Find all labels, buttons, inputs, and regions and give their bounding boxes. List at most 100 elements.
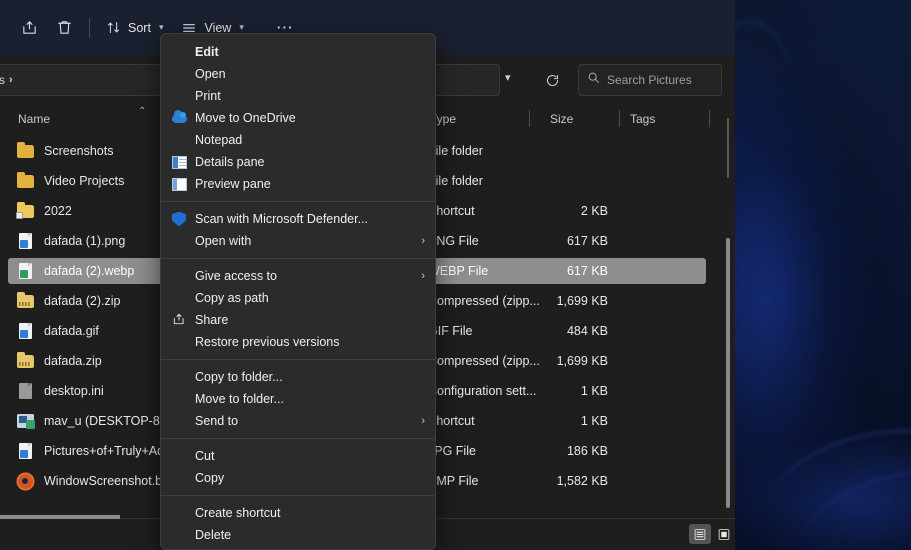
column-header-name[interactable]: Name — [8, 105, 148, 133]
refresh-button[interactable] — [540, 68, 564, 92]
menu-item-label: Copy to folder... — [195, 370, 283, 384]
menu-item-give-access-to[interactable]: Give access to › — [161, 265, 435, 287]
file-type: PNG File — [428, 234, 479, 248]
bmp-file-icon — [17, 473, 33, 489]
ini-file-icon — [18, 383, 32, 399]
preview-pane-icon — [171, 177, 187, 191]
file-size: 1,699 KB — [556, 294, 608, 308]
menu-item-label: Cut — [195, 449, 215, 463]
menu-item-print[interactable]: Print — [161, 85, 435, 107]
large-icons-view-icon — [718, 528, 730, 540]
folder-shortcut-icon — [15, 201, 34, 219]
zip-file-icon — [16, 291, 34, 308]
onedrive-cloud-icon — [171, 109, 187, 123]
menu-item-move-to-folder[interactable]: Move to folder... — [161, 388, 435, 410]
search-box[interactable]: Search Pictures — [578, 64, 722, 96]
menu-group: Create shortcut Delete Rename — [161, 501, 435, 549]
vertical-scrollbar[interactable] — [723, 108, 733, 520]
menu-item-create-shortcut[interactable]: Create shortcut — [161, 502, 435, 524]
menu-item-share[interactable]: Share — [161, 309, 435, 331]
menu-item-edit[interactable]: Edit — [161, 41, 435, 63]
menu-item-label: Move to folder... — [195, 392, 284, 406]
menu-item-open-with[interactable]: Open with › — [161, 230, 435, 252]
folder-icon — [16, 141, 34, 158]
menu-item-send-to[interactable]: Send to › — [161, 410, 435, 432]
context-menu[interactable]: Edit Open Print Move to OneDrive Notepad Deta… — [160, 33, 436, 550]
file-type: GIF File — [428, 324, 473, 338]
menu-separator — [161, 438, 435, 439]
file-size: 617 KB — [566, 264, 608, 278]
scrollbar-thumb-upper[interactable] — [727, 118, 729, 178]
menu-item-delete[interactable]: Delete — [161, 524, 435, 546]
details-pane-icon — [171, 155, 187, 169]
address-dropdown-button[interactable]: ▾ — [505, 71, 511, 84]
scrollbar-thumb[interactable] — [726, 238, 730, 508]
menu-item-copy[interactable]: Copy — [161, 467, 435, 489]
chevron-right-icon: › — [421, 415, 425, 427]
file-type: Shortcut — [428, 414, 475, 428]
file-type: File folder — [428, 144, 483, 158]
menu-item-preview-pane[interactable]: Preview pane — [161, 173, 435, 195]
breadcrumb-tail: s — [0, 73, 5, 87]
menu-item-copy-to-folder[interactable]: Copy to folder... — [161, 366, 435, 388]
menu-item-label: Move to OneDrive — [195, 111, 296, 125]
menu-item-details-pane[interactable]: Details pane — [161, 151, 435, 173]
menu-item-move-to-onedrive[interactable]: Move to OneDrive — [161, 107, 435, 129]
menu-separator — [161, 359, 435, 360]
delete-button[interactable] — [47, 12, 82, 44]
share-button[interactable] — [12, 12, 47, 44]
file-type: JPG File — [428, 444, 476, 458]
sort-arrows-icon — [106, 20, 121, 35]
chevron-down-icon: ▾ — [239, 22, 244, 32]
menu-item-label: Restore previous versions — [195, 335, 340, 349]
menu-item-notepad[interactable]: Notepad — [161, 129, 435, 151]
menu-item-cut[interactable]: Cut — [161, 445, 435, 467]
menu-item-label: Give access to — [195, 269, 277, 283]
zip-file-icon — [16, 351, 34, 368]
file-size: 1 KB — [580, 414, 608, 428]
menu-group: Cut Copy — [161, 444, 435, 490]
defender-shield-icon — [172, 211, 186, 227]
toolbar-divider — [89, 17, 90, 38]
file-type: File folder — [428, 174, 483, 188]
refresh-icon — [546, 74, 558, 86]
horizontal-scrollbar-thumb[interactable] — [0, 515, 120, 519]
menu-item-label: Notepad — [195, 133, 243, 147]
menu-item-label: Print — [195, 89, 221, 103]
file-type: Compressed (zipp... — [428, 354, 540, 368]
menu-item-rename[interactable]: Rename — [161, 546, 435, 549]
column-header-tags[interactable]: Tags — [620, 105, 710, 133]
menu-separator — [161, 495, 435, 496]
menu-separator — [161, 201, 435, 202]
menu-item-label: Copy as path — [195, 291, 269, 305]
menu-item-label: Create shortcut — [195, 506, 281, 520]
file-size: 2 KB — [580, 204, 608, 218]
image-file-icon — [18, 443, 32, 459]
file-type: Shortcut — [428, 204, 475, 218]
column-header-type[interactable]: Type — [420, 105, 530, 133]
menu-item-label: Share — [195, 313, 229, 327]
chevron-down-icon: ▾ — [158, 22, 164, 32]
details-view-toggle[interactable] — [689, 524, 711, 544]
search-input[interactable]: Search Pictures — [607, 73, 692, 87]
menu-item-label: Scan with Microsoft Defender... — [195, 212, 368, 226]
file-type: Configuration sett... — [428, 384, 537, 398]
trash-icon — [56, 19, 73, 36]
sort-label: Sort — [128, 20, 151, 35]
chevron-right-icon: › — [421, 270, 425, 282]
column-header-size[interactable]: Size — [540, 105, 620, 133]
large-icons-view-toggle[interactable] — [713, 524, 735, 544]
computer-shortcut-icon — [16, 414, 35, 429]
menu-group: Scan with Microsoft Defender... Open with… — [161, 207, 435, 253]
breadcrumb-separator: › — [9, 74, 13, 86]
menu-group: Edit Open Print Move to OneDrive Notepad Deta… — [161, 40, 435, 196]
menu-item-copy-as-path[interactable]: Copy as path — [161, 287, 435, 309]
menu-item-restore-previous-versions[interactable]: Restore previous versions — [161, 331, 435, 353]
search-icon — [587, 71, 600, 89]
file-type: Compressed (zipp... — [428, 294, 540, 308]
details-view-icon — [694, 528, 706, 540]
menu-item-open[interactable]: Open — [161, 63, 435, 85]
menu-item-label: Send to — [195, 414, 239, 428]
menu-item-scan-with-microsoft-defender[interactable]: Scan with Microsoft Defender... — [161, 208, 435, 230]
menu-item-label: Edit — [195, 45, 219, 59]
